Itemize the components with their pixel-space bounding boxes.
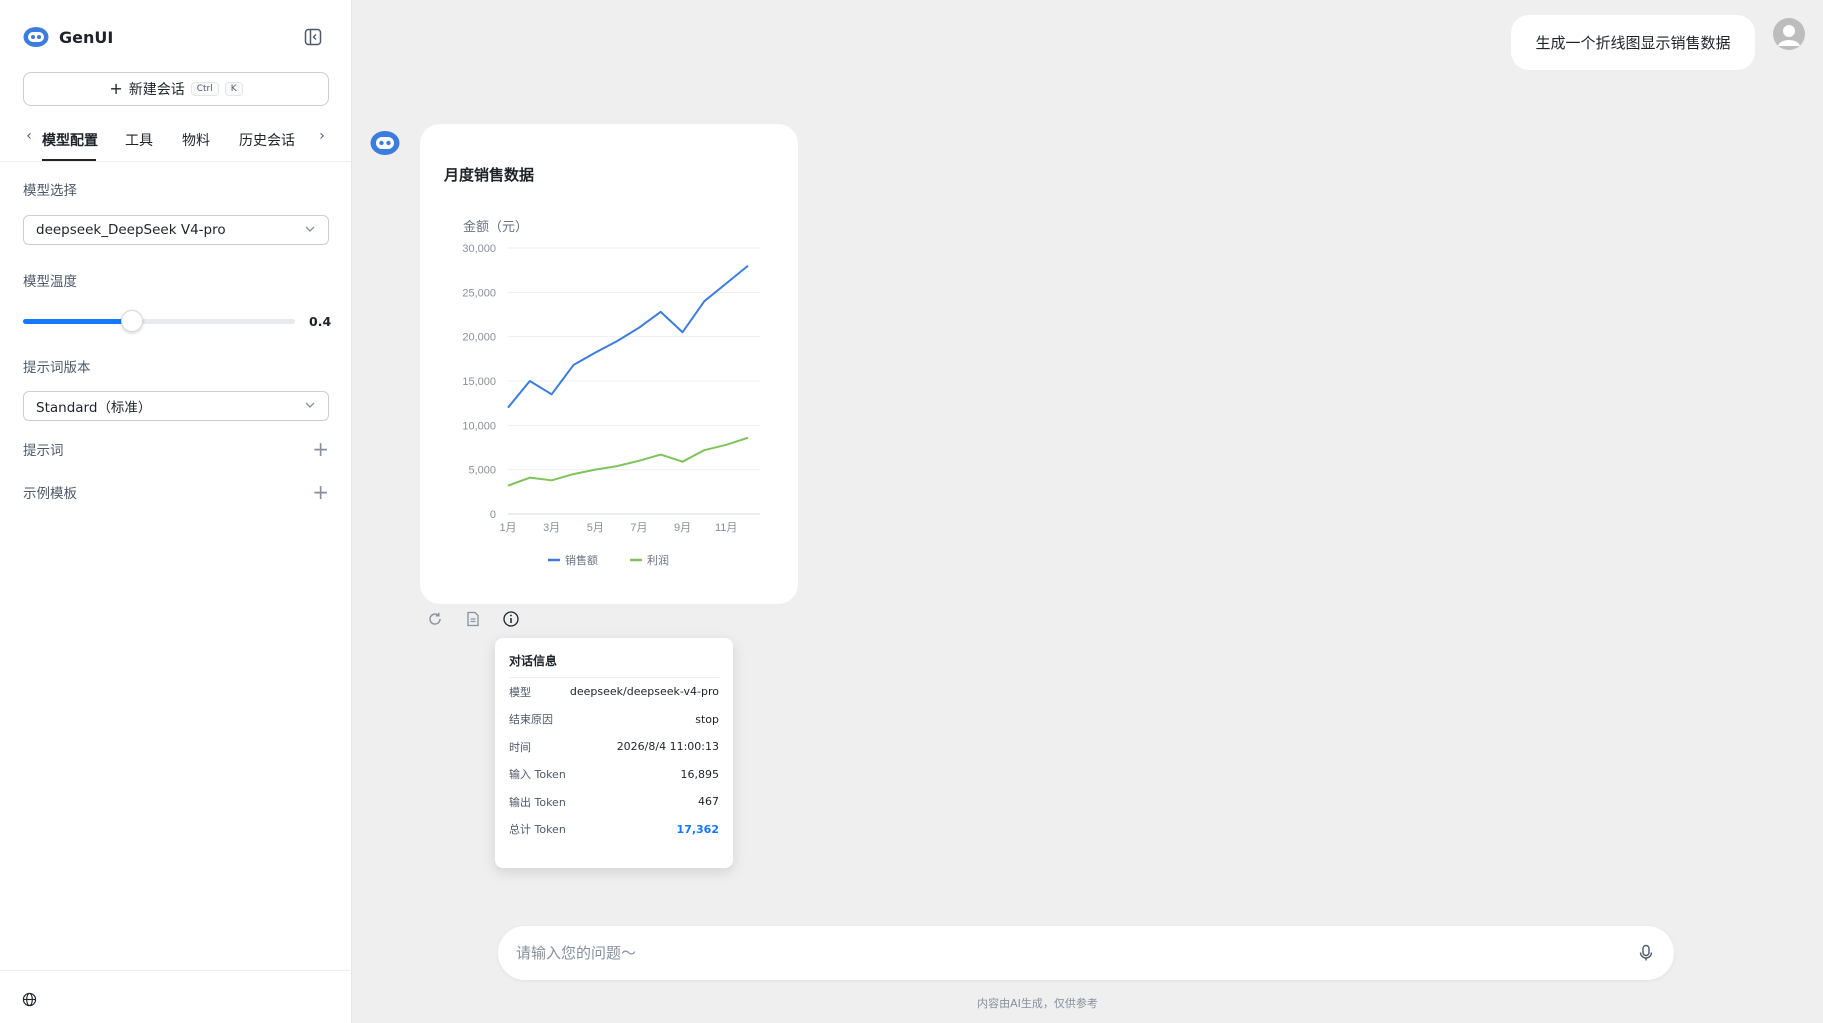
info-key: 模型 [509, 685, 531, 699]
info-key: 总计 Token [509, 823, 566, 837]
y-axis-label: 金额（元） [463, 219, 528, 234]
chat-input[interactable] [516, 926, 1616, 980]
info-key: 结束原因 [509, 713, 553, 727]
y-tick-label: 25,000 [462, 287, 496, 299]
info-row-time: 时间 2026/8/4 11:00:13 [509, 733, 719, 761]
slider-fill [23, 319, 132, 324]
chevron-left-icon[interactable]: ‹ [19, 128, 39, 144]
genui-logo-icon [23, 27, 49, 47]
sidebar: GenUI + 新建会话 Ctrl K ‹ 模型配置 工具 物料 历史会话 › … [0, 0, 352, 1023]
bot-avatar-icon [370, 131, 400, 155]
temperature-slider[interactable] [23, 310, 295, 332]
new-chat-button[interactable]: + 新建会话 Ctrl K [23, 72, 329, 106]
user-message-bubble: 生成一个折线图显示销售数据 [1511, 15, 1755, 70]
brand: GenUI [23, 26, 113, 48]
plus-icon[interactable]: + [312, 439, 329, 459]
x-tick-label: 7月 [630, 522, 647, 534]
active-tab-indicator [42, 159, 96, 161]
sidebar-tabs: ‹ 模型配置 工具 物料 历史会话 › [0, 122, 352, 162]
chevron-right-icon[interactable]: › [312, 128, 332, 144]
prompt-version-select[interactable]: Standard（标准） [23, 391, 329, 421]
message-actions [426, 610, 520, 628]
user-avatar-icon [1773, 18, 1805, 50]
y-tick-label: 5,000 [468, 465, 496, 477]
y-tick-label: 10,000 [462, 420, 496, 432]
legend-label: 销售额 [565, 553, 598, 567]
chat-composer [498, 926, 1674, 980]
ai-disclaimer: 内容由AI生成，仅供参考 [0, 995, 1823, 1011]
prompt-row[interactable]: 提示词 + [23, 438, 329, 460]
shortcut-ctrl: Ctrl [190, 82, 219, 96]
x-tick-label: 1月 [499, 522, 516, 534]
y-tick-label: 30,000 [462, 243, 496, 255]
info-value-total: 17,362 [676, 822, 719, 836]
user-avatar[interactable] [1773, 18, 1805, 50]
model-select-value: deepseek_DeepSeek V4-pro [36, 222, 226, 238]
series-line-1 [507, 436, 749, 487]
info-key: 输出 Token [509, 795, 566, 809]
slider-thumb[interactable] [120, 310, 143, 332]
line-chart: 月度销售数据 金额（元） 0 5,000 10,000 15,000 20,000 25,… [443, 166, 760, 567]
info-value: stop [695, 712, 719, 726]
info-row-input-token: 输入 Token 16,895 [509, 761, 719, 789]
model-select-label: 模型选择 [23, 183, 77, 199]
info-row-output-token: 输出 Token 467 [509, 788, 719, 816]
y-tick-label: 15,000 [462, 376, 496, 388]
sidebar-collapse-icon[interactable] [303, 27, 323, 47]
prompt-version-label: 提示词版本 [23, 360, 91, 376]
microphone-icon[interactable] [1636, 943, 1656, 963]
new-chat-label: 新建会话 [128, 82, 185, 98]
info-key: 时间 [509, 740, 531, 754]
info-value: 16,895 [680, 767, 720, 781]
x-tick-label: 9月 [674, 522, 691, 534]
shortcut-k: K [224, 82, 243, 96]
tab-materials[interactable]: 物料 [182, 130, 210, 150]
chart-card: 月度销售数据 金额（元） 0 5,000 10,000 15,000 20,000 25,… [420, 124, 798, 604]
x-tick-label: 3月 [543, 522, 560, 534]
templates-row[interactable]: 示例模板 + [23, 481, 329, 503]
refresh-icon[interactable] [426, 610, 444, 628]
info-icon[interactable] [502, 610, 520, 628]
conversation-info-popover: 对话信息 模型 deepseek/deepseek-v4-pro 结束原因 st… [495, 638, 733, 868]
model-select[interactable]: deepseek_DeepSeek V4-pro [23, 215, 329, 245]
plus-icon: + [109, 79, 123, 98]
ai-disclaimer-text: 内容由AI生成，仅供参考 [977, 997, 1098, 1010]
chevron-down-icon [305, 226, 315, 232]
prompt-version-value: Standard（标准） [36, 400, 152, 416]
info-row-finish-reason: 结束原因 stop [509, 706, 719, 734]
info-row-model: 模型 deepseek/deepseek-v4-pro [509, 678, 719, 706]
info-key: 输入 Token [509, 768, 566, 782]
info-value: deepseek/deepseek-v4-pro [569, 685, 719, 699]
y-tick-label: 0 [490, 509, 496, 521]
prompt-label: 提示词 [23, 443, 64, 459]
app-name: GenUI [59, 27, 114, 47]
templates-label: 示例模板 [23, 486, 77, 502]
tab-model-config[interactable]: 模型配置 [42, 130, 98, 150]
chevron-down-icon [305, 402, 315, 408]
y-tick-label: 20,000 [462, 332, 496, 344]
document-icon[interactable] [464, 610, 482, 628]
user-message-text: 生成一个折线图显示销售数据 [1535, 34, 1731, 52]
info-row-total-token: 总计 Token 17,362 [509, 816, 719, 844]
x-tick-label: 11月 [715, 522, 737, 534]
tab-tools[interactable]: 工具 [125, 130, 153, 150]
chart-title: 月度销售数据 [443, 166, 534, 184]
info-value: 2026/8/4 11:00:13 [616, 740, 719, 754]
legend-label: 利润 [647, 553, 669, 567]
info-popover-title: 对话信息 [509, 652, 719, 678]
x-tick-label: 5月 [587, 522, 604, 534]
info-value: 467 [698, 795, 719, 809]
temperature-value: 0.4 [309, 314, 332, 329]
plus-icon[interactable]: + [312, 482, 329, 502]
temperature-label: 模型温度 [23, 274, 77, 290]
tab-history[interactable]: 历史会话 [239, 130, 295, 150]
